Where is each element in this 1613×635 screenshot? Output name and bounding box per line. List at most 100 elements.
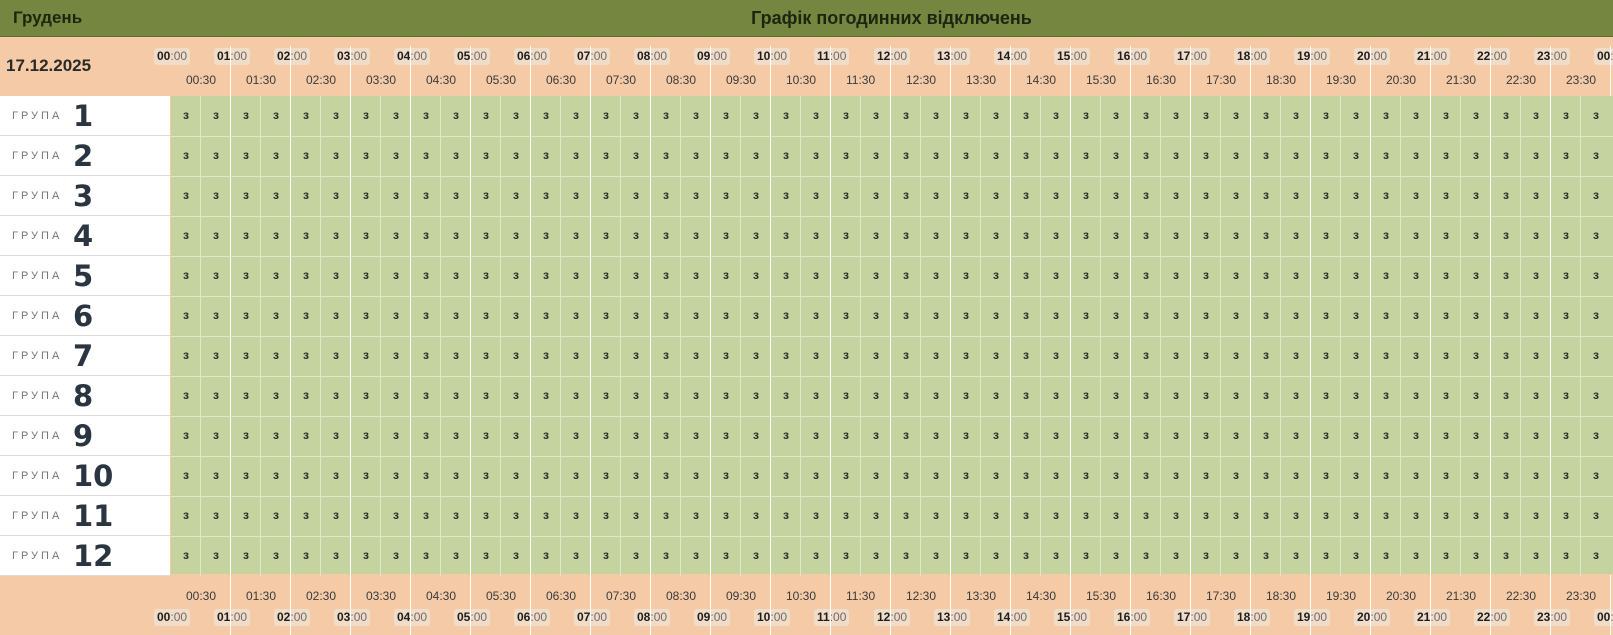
schedule-cell[interactable]: з xyxy=(471,308,501,322)
schedule-cell[interactable]: з xyxy=(291,428,321,442)
group-row-label[interactable]: ГРУПА 3 xyxy=(0,176,170,216)
schedule-cell[interactable]: з xyxy=(351,228,381,242)
schedule-cell[interactable]: з xyxy=(591,228,621,242)
schedule-cell[interactable]: з xyxy=(1521,108,1551,122)
schedule-cell[interactable]: з xyxy=(1581,188,1611,202)
schedule-cell[interactable]: з xyxy=(1071,508,1101,522)
schedule-cell[interactable]: з xyxy=(1521,308,1551,322)
schedule-cell[interactable]: з xyxy=(1581,468,1611,482)
schedule-cell[interactable]: з xyxy=(801,508,831,522)
schedule-cell[interactable]: з xyxy=(1491,308,1521,322)
schedule-cell[interactable]: з xyxy=(1491,388,1521,402)
schedule-cell[interactable]: з xyxy=(561,348,591,362)
schedule-cell[interactable]: з xyxy=(471,228,501,242)
schedule-cell[interactable]: з xyxy=(411,548,441,562)
schedule-cell[interactable]: з xyxy=(651,108,681,122)
schedule-cell[interactable]: з xyxy=(561,428,591,442)
schedule-cell[interactable]: з xyxy=(921,468,951,482)
schedule-cell[interactable]: з xyxy=(171,508,201,522)
schedule-cell[interactable]: з xyxy=(801,428,831,442)
schedule-cell[interactable]: з xyxy=(891,428,921,442)
schedule-cell[interactable]: з xyxy=(321,428,351,442)
schedule-cell[interactable]: з xyxy=(591,108,621,122)
schedule-cell[interactable]: з xyxy=(951,268,981,282)
schedule-cell[interactable]: з xyxy=(1281,108,1311,122)
schedule-cell[interactable]: з xyxy=(1131,388,1161,402)
schedule-cell[interactable]: з xyxy=(801,188,831,202)
schedule-cell[interactable]: з xyxy=(651,148,681,162)
schedule-cell[interactable]: з xyxy=(441,188,471,202)
schedule-cell[interactable]: з xyxy=(1221,468,1251,482)
group-row-label[interactable]: ГРУПА 12 xyxy=(0,536,170,576)
schedule-cell[interactable]: з xyxy=(561,468,591,482)
schedule-cell[interactable]: з xyxy=(1521,348,1551,362)
schedule-cell[interactable]: з xyxy=(771,228,801,242)
schedule-cell[interactable]: з xyxy=(891,468,921,482)
schedule-cell[interactable]: з xyxy=(411,388,441,402)
schedule-cell[interactable]: з xyxy=(1371,508,1401,522)
schedule-cell[interactable]: з xyxy=(1491,268,1521,282)
schedule-cell[interactable]: з xyxy=(1161,308,1191,322)
schedule-cell[interactable]: з xyxy=(1311,388,1341,402)
schedule-cell[interactable]: з xyxy=(1011,468,1041,482)
schedule-cell[interactable]: з xyxy=(651,468,681,482)
schedule-cell[interactable]: з xyxy=(171,548,201,562)
schedule-cell[interactable]: з xyxy=(1131,548,1161,562)
schedule-cell[interactable]: з xyxy=(411,428,441,442)
schedule-cell[interactable]: з xyxy=(351,348,381,362)
schedule-cell[interactable]: з xyxy=(771,148,801,162)
schedule-cell[interactable]: з xyxy=(471,548,501,562)
schedule-cell[interactable]: з xyxy=(441,348,471,362)
schedule-cell[interactable]: з xyxy=(441,148,471,162)
schedule-cell[interactable]: з xyxy=(1041,468,1071,482)
schedule-cell[interactable]: з xyxy=(1221,268,1251,282)
schedule-cell[interactable]: з xyxy=(1071,468,1101,482)
schedule-cell[interactable]: з xyxy=(1101,308,1131,322)
schedule-cell[interactable]: з xyxy=(591,348,621,362)
schedule-cell[interactable]: з xyxy=(1011,228,1041,242)
schedule-cell[interactable]: з xyxy=(471,348,501,362)
schedule-cell[interactable]: з xyxy=(1581,228,1611,242)
schedule-cell[interactable]: з xyxy=(411,228,441,242)
schedule-cell[interactable]: з xyxy=(1311,348,1341,362)
schedule-cell[interactable]: з xyxy=(201,348,231,362)
schedule-cell[interactable]: з xyxy=(291,108,321,122)
schedule-cell[interactable]: з xyxy=(201,428,231,442)
schedule-cell[interactable]: з xyxy=(321,268,351,282)
schedule-cell[interactable]: з xyxy=(261,108,291,122)
schedule-cell[interactable]: з xyxy=(291,348,321,362)
schedule-cell[interactable]: з xyxy=(231,108,261,122)
schedule-cell[interactable]: з xyxy=(441,428,471,442)
schedule-cell[interactable]: з xyxy=(411,188,441,202)
schedule-cell[interactable]: з xyxy=(1551,548,1581,562)
schedule-cell[interactable]: з xyxy=(351,508,381,522)
schedule-cell[interactable]: з xyxy=(1281,188,1311,202)
schedule-cell[interactable]: з xyxy=(561,548,591,562)
schedule-cell[interactable]: з xyxy=(381,468,411,482)
schedule-cell[interactable]: з xyxy=(621,468,651,482)
schedule-cell[interactable]: з xyxy=(801,468,831,482)
schedule-cell[interactable]: з xyxy=(1371,348,1401,362)
schedule-cell[interactable]: з xyxy=(231,148,261,162)
schedule-cell[interactable]: з xyxy=(591,308,621,322)
schedule-cell[interactable]: з xyxy=(531,428,561,442)
schedule-cell[interactable]: з xyxy=(1491,108,1521,122)
schedule-cell[interactable]: з xyxy=(1371,228,1401,242)
schedule-cell[interactable]: з xyxy=(1071,548,1101,562)
schedule-cell[interactable]: з xyxy=(1311,508,1341,522)
schedule-cell[interactable]: з xyxy=(201,228,231,242)
schedule-cell[interactable]: з xyxy=(861,548,891,562)
schedule-cell[interactable]: з xyxy=(1461,428,1491,442)
schedule-cell[interactable]: з xyxy=(1251,468,1281,482)
schedule-cell[interactable]: з xyxy=(1341,268,1371,282)
schedule-cell[interactable]: з xyxy=(1551,188,1581,202)
schedule-cell[interactable]: з xyxy=(1281,268,1311,282)
schedule-cell[interactable]: з xyxy=(261,428,291,442)
schedule-cell[interactable]: з xyxy=(1191,268,1221,282)
schedule-cell[interactable]: з xyxy=(1581,268,1611,282)
schedule-cell[interactable]: з xyxy=(261,508,291,522)
schedule-cell[interactable]: з xyxy=(1461,388,1491,402)
schedule-cell[interactable]: з xyxy=(1491,228,1521,242)
schedule-cell[interactable]: з xyxy=(1191,508,1221,522)
schedule-cell[interactable]: з xyxy=(1581,148,1611,162)
